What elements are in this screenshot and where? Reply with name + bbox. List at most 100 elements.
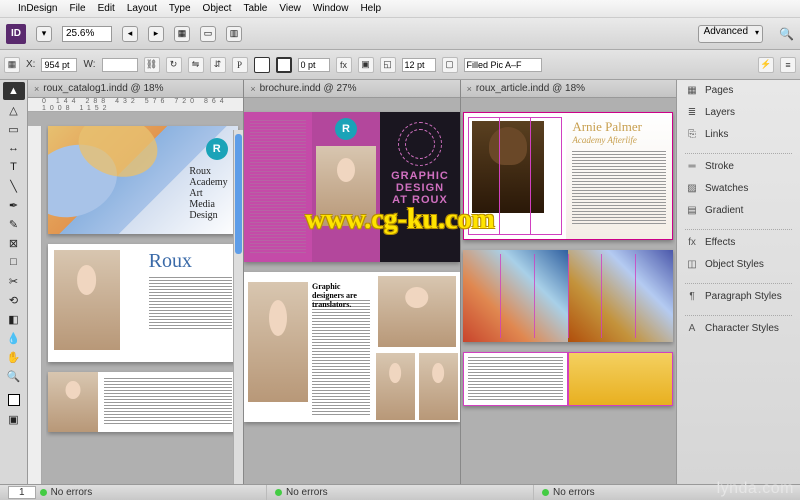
- close-icon[interactable]: ×: [467, 84, 472, 94]
- zoom-level-field[interactable]: [62, 26, 112, 42]
- article-spread-1[interactable]: Arnie Palmer Academy Afterlife: [463, 112, 673, 240]
- menu-window[interactable]: Window: [313, 3, 349, 14]
- pen-tool-icon[interactable]: ✒: [3, 196, 25, 214]
- stroke-swatch-icon[interactable]: [276, 57, 292, 73]
- pasteboard[interactable]: R GRAPHIC DESIGN AT ROUX: [244, 98, 459, 484]
- rotate-icon[interactable]: ↻: [166, 57, 182, 73]
- scrollbar-vertical[interactable]: [233, 130, 243, 484]
- character-styles-icon: A: [685, 322, 699, 336]
- flip-v-icon[interactable]: ⇵: [210, 57, 226, 73]
- type-tool-icon[interactable]: T: [3, 158, 25, 176]
- panel-object-styles[interactable]: ◫Object Styles: [677, 254, 800, 276]
- pt-field[interactable]: [402, 58, 436, 72]
- cover-title: Roux Academy Art Media Design: [189, 166, 227, 221]
- transform-tool-icon[interactable]: ⟲: [3, 291, 25, 309]
- nav-down-icon[interactable]: ▾: [36, 26, 52, 42]
- eyedropper-tool-icon[interactable]: 💧: [3, 329, 25, 347]
- close-icon[interactable]: ×: [34, 84, 39, 94]
- search-icon[interactable]: 🔍: [779, 27, 794, 41]
- gap-tool-icon[interactable]: ↔: [3, 139, 25, 157]
- article-spread-2[interactable]: [463, 250, 673, 342]
- panel-stroke[interactable]: ═Stroke: [677, 156, 800, 178]
- constrain-icon[interactable]: ⛓: [144, 57, 160, 73]
- selection-tool-icon[interactable]: ▲: [3, 82, 25, 100]
- menu-layout[interactable]: Layout: [127, 3, 157, 14]
- rectangle-tool-icon[interactable]: □: [3, 253, 25, 271]
- quick-apply-icon[interactable]: ⚡: [758, 57, 774, 73]
- direct-selection-tool-icon[interactable]: △: [3, 101, 25, 119]
- line-tool-icon[interactable]: ╲: [3, 177, 25, 195]
- gradient-tool-icon[interactable]: ◧: [3, 310, 25, 328]
- model-photo-2: [48, 372, 98, 432]
- panel-menu-icon[interactable]: ≡: [780, 57, 796, 73]
- stroke-weight-field[interactable]: [298, 58, 330, 72]
- doc-tab-label: roux_article.indd @ 18%: [476, 83, 585, 94]
- doc-tab-catalog[interactable]: × roux_catalog1.indd @ 18%: [28, 80, 243, 98]
- menu-file[interactable]: File: [69, 3, 85, 14]
- fit-frame-icon[interactable]: ▢: [442, 57, 458, 73]
- panel-label: Effects: [705, 237, 735, 248]
- zoom-tool-icon[interactable]: 🔍: [3, 367, 25, 385]
- spread-cover[interactable]: R Roux Academy Art Media Design: [48, 126, 238, 234]
- brochure-spread-2[interactable]: Graphic designers are translators.: [244, 272, 459, 422]
- menu-object[interactable]: Object: [203, 3, 232, 14]
- menu-type[interactable]: Type: [169, 3, 191, 14]
- spread-roux[interactable]: Roux: [48, 244, 238, 362]
- app-control-bar: ID ▾ ◂ ▸ ▦ ▭ ▥ Advanced 🔍: [0, 18, 800, 50]
- spread-3[interactable]: [48, 372, 238, 432]
- workspace-switcher[interactable]: Advanced: [698, 25, 763, 43]
- x-field[interactable]: [41, 58, 77, 72]
- corner-icon[interactable]: ◱: [380, 57, 396, 73]
- ref-point-icon[interactable]: ▦: [4, 57, 20, 73]
- hand-tool-icon[interactable]: ✋: [3, 348, 25, 366]
- text-wrap-icon[interactable]: ▣: [358, 57, 374, 73]
- panel-separator: [685, 310, 792, 316]
- view-options-icon[interactable]: ▦: [174, 26, 190, 42]
- w-field[interactable]: [102, 58, 138, 72]
- nav-prev-icon[interactable]: ◂: [122, 26, 138, 42]
- placeholder-text: [250, 120, 306, 254]
- panel-paragraph-styles[interactable]: ¶Paragraph Styles: [677, 286, 800, 308]
- scissors-tool-icon[interactable]: ✂: [3, 272, 25, 290]
- panel-links[interactable]: ⎘Links: [677, 124, 800, 146]
- arrange-docs-icon[interactable]: ▥: [226, 26, 242, 42]
- pencil-tool-icon[interactable]: ✎: [3, 215, 25, 233]
- pasteboard[interactable]: Arnie Palmer Academy Afterlife: [461, 98, 676, 484]
- fill-swatch-icon[interactable]: [254, 57, 270, 73]
- screen-mode-tool-icon[interactable]: ▣: [3, 410, 25, 428]
- panel-label: Pages: [705, 85, 733, 96]
- pasteboard[interactable]: R Roux Academy Art Media Design Roux: [28, 112, 243, 484]
- brochure-spread-1[interactable]: R GRAPHIC DESIGN AT ROUX: [244, 112, 459, 262]
- doc-tab-article[interactable]: × roux_article.indd @ 18%: [461, 80, 676, 98]
- panel-gradient[interactable]: ▤Gradient: [677, 200, 800, 222]
- panel-swatches[interactable]: ▨Swatches: [677, 178, 800, 200]
- panel-effects[interactable]: fxEffects: [677, 232, 800, 254]
- object-style-dropdown[interactable]: [464, 58, 542, 72]
- close-icon[interactable]: ×: [250, 84, 255, 94]
- screen-mode-icon[interactable]: ▭: [200, 26, 216, 42]
- panel-layers[interactable]: ≣Layers: [677, 102, 800, 124]
- ruler-horizontal: 0 144 288 432 576 720 864 1008 1152: [28, 98, 243, 112]
- paragraph-icon[interactable]: P: [232, 57, 248, 73]
- doc-tab-brochure[interactable]: × brochure.indd @ 27%: [244, 80, 459, 98]
- flip-h-icon[interactable]: ⇋: [188, 57, 204, 73]
- paragraph-styles-icon: ¶: [685, 290, 699, 304]
- menu-help[interactable]: Help: [360, 3, 381, 14]
- article-spread-3[interactable]: [463, 352, 673, 406]
- panel-pages[interactable]: ▦ Pages: [677, 80, 800, 102]
- panel-character-styles[interactable]: ACharacter Styles: [677, 318, 800, 340]
- menu-indesign[interactable]: InDesign: [18, 3, 57, 14]
- rectangle-frame-tool-icon[interactable]: ⊠: [3, 234, 25, 252]
- menu-table[interactable]: Table: [243, 3, 267, 14]
- pages-icon: ▦: [685, 84, 699, 98]
- nav-next-icon[interactable]: ▸: [148, 26, 164, 42]
- page-nav-field[interactable]: 1: [8, 486, 36, 499]
- effects-icon[interactable]: fx: [336, 57, 352, 73]
- fill-stroke-icon[interactable]: [3, 391, 25, 409]
- menu-edit[interactable]: Edit: [98, 3, 115, 14]
- page-tool-icon[interactable]: ▭: [3, 120, 25, 138]
- roux-logo-icon: R: [206, 138, 228, 160]
- menu-view[interactable]: View: [279, 3, 301, 14]
- workspace: ▲ △ ▭ ↔ T ╲ ✒ ✎ ⊠ □ ✂ ⟲ ◧ 💧 ✋ 🔍 ▣ × roux…: [0, 80, 800, 484]
- spread-subhead: Graphic designers are translators.: [312, 282, 374, 309]
